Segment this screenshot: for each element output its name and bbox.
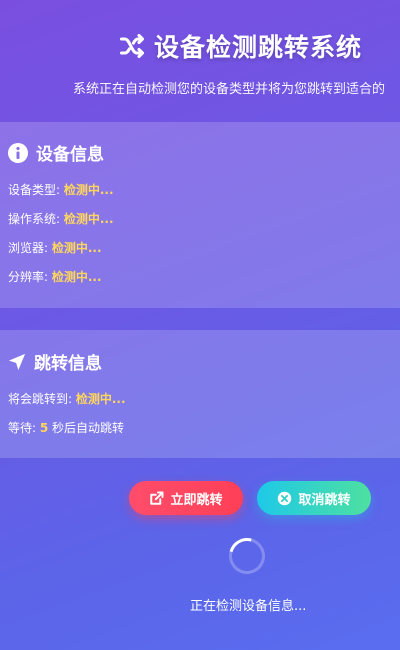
external-link-icon (150, 491, 164, 505)
status-text: 正在检测设备信息... (190, 599, 307, 614)
device-type-value: 检测中... (63, 183, 114, 197)
redirect-target-label: 将会跳转到: (8, 392, 76, 406)
resolution-row: 分辨率: 检测中... (8, 268, 102, 285)
close-circle-icon (278, 491, 292, 505)
page-header: 设备检测跳转系统 (118, 28, 362, 64)
redirect-info-header: 跳转信息 (8, 349, 102, 374)
os-value: 检测中... (63, 212, 114, 226)
redirect-target-row: 将会跳转到: 检测中... (8, 390, 126, 407)
countdown-seconds: 5 (39, 421, 49, 435)
resolution-value: 检测中... (51, 270, 102, 284)
device-info-card: 设备信息 设备类型: 检测中... 操作系统: 检测中... 浏览器: 检测中.… (0, 122, 400, 308)
page-subtitle: 系统正在自动检测您的设备类型并将为您跳转到适合的 (73, 82, 386, 97)
redirect-now-label: 立即跳转 (170, 492, 223, 508)
cancel-redirect-button[interactable]: 取消跳转 (257, 481, 371, 515)
cancel-redirect-label: 取消跳转 (298, 492, 351, 508)
wait-row: 等待: 5 秒后自动跳转 (8, 419, 124, 436)
browser-row: 浏览器: 检测中... (8, 239, 102, 256)
device-info-header: 设备信息 (8, 140, 104, 165)
os-label: 操作系统: (8, 212, 64, 226)
redirect-info-title: 跳转信息 (34, 354, 102, 374)
device-type-row: 设备类型: 检测中... (8, 181, 114, 198)
browser-label: 浏览器: (8, 241, 52, 255)
browser-value: 检测中... (51, 241, 102, 255)
os-row: 操作系统: 检测中... (8, 210, 114, 227)
location-arrow-icon (8, 353, 26, 370)
info-icon (8, 142, 28, 163)
page-title: 设备检测跳转系统 (154, 33, 363, 62)
device-type-label: 设备类型: (8, 183, 64, 197)
loading-spinner (222, 531, 272, 581)
redirect-now-button[interactable]: 立即跳转 (129, 481, 243, 515)
redirect-target-value: 检测中... (75, 392, 126, 406)
shuffle-icon (119, 33, 145, 59)
wait-suffix: 秒后自动跳转 (48, 421, 125, 435)
device-info-title: 设备信息 (36, 145, 104, 165)
redirect-info-card: 跳转信息 将会跳转到: 检测中... 等待: 5 秒后自动跳转 (0, 330, 400, 458)
wait-prefix: 等待: (8, 421, 40, 435)
resolution-label: 分辨率: (8, 270, 52, 284)
